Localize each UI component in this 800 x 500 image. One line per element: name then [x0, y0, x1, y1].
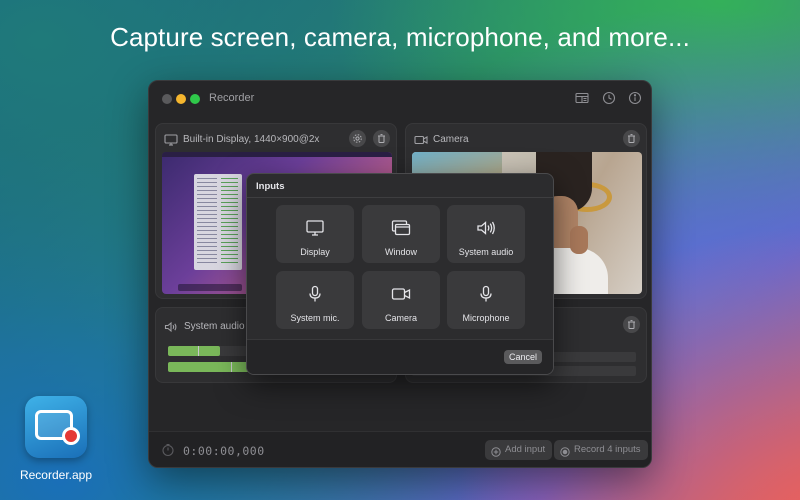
- display-settings-button[interactable]: [349, 130, 366, 147]
- input-tile-window[interactable]: Window: [362, 205, 440, 263]
- record-label: Record 4 inputs: [574, 444, 641, 455]
- system-audio-panel-label: System audio: [184, 321, 245, 332]
- record-dot-icon: [62, 427, 80, 445]
- window-title: Recorder: [209, 92, 255, 104]
- record-icon: [560, 445, 570, 457]
- audio-level-fill: [168, 346, 220, 356]
- preview-dock: [178, 284, 242, 291]
- input-tile-label: Display: [300, 247, 330, 257]
- window-icon: [391, 219, 411, 237]
- input-tile-display[interactable]: Display: [276, 205, 354, 263]
- dialog-header: Inputs: [247, 174, 553, 198]
- zoom-window-button[interactable]: [190, 94, 200, 104]
- display-icon: [164, 133, 178, 146]
- display-panel-label: Built-in Display, 1440×900@2x: [183, 134, 320, 145]
- speaker-icon: [164, 320, 178, 333]
- close-window-button[interactable]: [162, 94, 172, 104]
- camera-icon: [414, 133, 428, 145]
- input-tile-label: Window: [384, 247, 417, 257]
- preview-text-lines: [221, 178, 238, 264]
- dialog-title: Inputs: [256, 181, 285, 192]
- window-footer: 0:00:00,000 Add input Record 4 inputs: [149, 431, 651, 467]
- plus-icon: [491, 445, 501, 457]
- menu-bar: [162, 152, 392, 157]
- input-tile-label: System audio: [458, 247, 514, 257]
- input-tile-label: Camera: [384, 313, 417, 323]
- peak-marker: [198, 346, 199, 356]
- input-tile-label: System mic.: [290, 313, 340, 323]
- input-tile-system-audio[interactable]: System audio: [447, 205, 525, 263]
- microphone-icon: [476, 285, 496, 303]
- app-name-label: Recorder.app: [19, 468, 93, 482]
- recording-timer: 0:00:00,000: [183, 444, 265, 458]
- input-tile-system-mic[interactable]: System mic.: [276, 271, 354, 329]
- record-button[interactable]: Record 4 inputs: [554, 440, 648, 460]
- marketing-headline: Capture screen, camera, microphone, and …: [110, 22, 690, 52]
- history-icon[interactable]: [602, 91, 616, 105]
- speaker-icon: [476, 219, 496, 237]
- preview-text-lines: [197, 178, 217, 264]
- input-tile-camera[interactable]: Camera: [362, 271, 440, 329]
- input-tile-microphone[interactable]: Microphone: [447, 271, 525, 329]
- cancel-button[interactable]: Cancel: [504, 350, 542, 364]
- microphone-delete-button[interactable]: [623, 316, 640, 333]
- add-input-button[interactable]: Add input: [485, 440, 553, 460]
- camera-delete-button[interactable]: [623, 130, 640, 147]
- inputs-dialog: Inputs Display Window System audio Syste…: [246, 173, 554, 375]
- add-input-label: Add input: [505, 444, 546, 455]
- dialog-footer: Cancel: [247, 339, 553, 374]
- peak-marker: [231, 362, 232, 372]
- camera-icon: [391, 285, 411, 303]
- camera-subject: [570, 226, 588, 254]
- info-icon[interactable]: [628, 91, 642, 105]
- microphone-icon: [305, 285, 325, 303]
- display-delete-button[interactable]: [373, 130, 390, 147]
- minimize-window-button[interactable]: [176, 94, 186, 104]
- sidebar-list-icon[interactable]: [575, 91, 589, 105]
- display-icon: [305, 219, 325, 237]
- camera-panel-label: Camera: [433, 134, 469, 145]
- timer-icon: [161, 443, 175, 457]
- title-bar: Recorder: [149, 81, 651, 117]
- input-tile-label: Microphone: [462, 313, 510, 323]
- preview-window: [194, 174, 242, 270]
- recorder-app-icon[interactable]: [25, 396, 87, 458]
